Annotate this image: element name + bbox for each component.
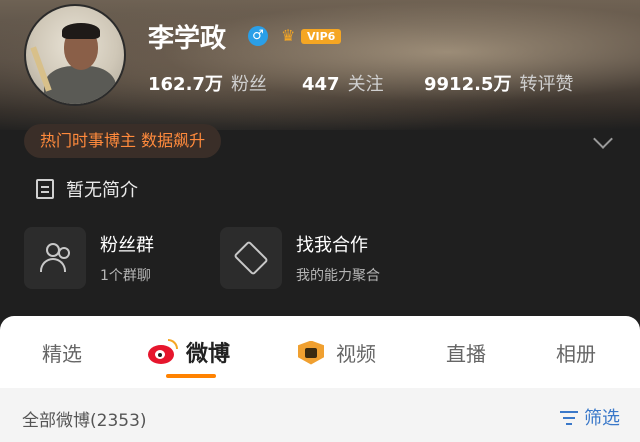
avatar[interactable] (24, 4, 126, 106)
avatar-microphone (30, 46, 52, 92)
fan-group-title: 粉丝群 (100, 235, 154, 256)
fan-group-subtitle: 1个群聊 (100, 268, 151, 284)
stat-following[interactable]: 447 关注 (302, 70, 384, 96)
vip-badge[interactable]: ♛ VIP6 (281, 26, 342, 46)
stat-followers-value: 162.7万 (148, 74, 223, 95)
people-icon (24, 227, 86, 289)
tab-album-label: 相册 (556, 342, 596, 366)
cooperation-card[interactable]: 找我合作 我的能力聚合 (220, 226, 380, 290)
tab-weibo[interactable]: 微博 (148, 336, 230, 368)
active-tab-indicator (166, 374, 216, 378)
chevron-down-icon[interactable] (593, 129, 613, 149)
cooperation-subtitle: 我的能力聚合 (296, 268, 380, 284)
post-count: 全部微博(2353) (22, 411, 147, 431)
tab-video-label: 视频 (336, 342, 376, 366)
filter-label: 筛选 (584, 408, 620, 429)
bio-text: 暂无简介 (66, 180, 138, 201)
profile-name: 李学政 (148, 24, 227, 54)
cooperation-title: 找我合作 (296, 235, 368, 256)
stat-following-value: 447 (302, 74, 340, 95)
filter-button[interactable]: 筛选 (560, 404, 620, 430)
video-badge-icon (296, 340, 326, 366)
avatar-body (44, 66, 116, 104)
post-list-header: 全部微博(2353) 筛选 (0, 388, 640, 442)
tab-weibo-label: 微博 (186, 342, 231, 367)
avatar-hair (62, 23, 100, 39)
stat-engagement[interactable]: 9912.5万 转评赞 (424, 70, 573, 96)
stat-engagement-label: 转评赞 (519, 74, 574, 95)
handshake-icon (220, 227, 282, 289)
stat-followers-label: 粉丝 (230, 74, 267, 95)
tab-bar: 精选 微博 视频 直播 相册 (0, 316, 640, 388)
hot-tag[interactable]: 热门时事博主 数据飙升 (24, 124, 222, 158)
bio-row: 暂无简介 (36, 176, 138, 202)
male-symbol-icon: ♂ (248, 26, 268, 46)
tab-featured-label: 精选 (42, 342, 82, 366)
stat-engagement-value: 9912.5万 (424, 74, 512, 95)
stat-followers[interactable]: 162.7万 粉丝 (148, 70, 267, 96)
tab-video[interactable]: 视频 (296, 338, 376, 367)
document-icon (36, 179, 54, 199)
weibo-logo-icon (148, 339, 178, 365)
tab-live[interactable]: 直播 (446, 338, 486, 367)
tab-album[interactable]: 相册 (556, 338, 596, 367)
tab-featured[interactable]: 精选 (42, 338, 82, 367)
stat-following-label: 关注 (347, 74, 384, 95)
tab-live-label: 直播 (446, 342, 486, 366)
fan-group-card[interactable]: 粉丝群 1个群聊 (24, 226, 154, 290)
vip-label: VIP6 (301, 28, 342, 44)
crown-icon: ♛ (281, 26, 296, 45)
filter-icon (560, 409, 580, 425)
